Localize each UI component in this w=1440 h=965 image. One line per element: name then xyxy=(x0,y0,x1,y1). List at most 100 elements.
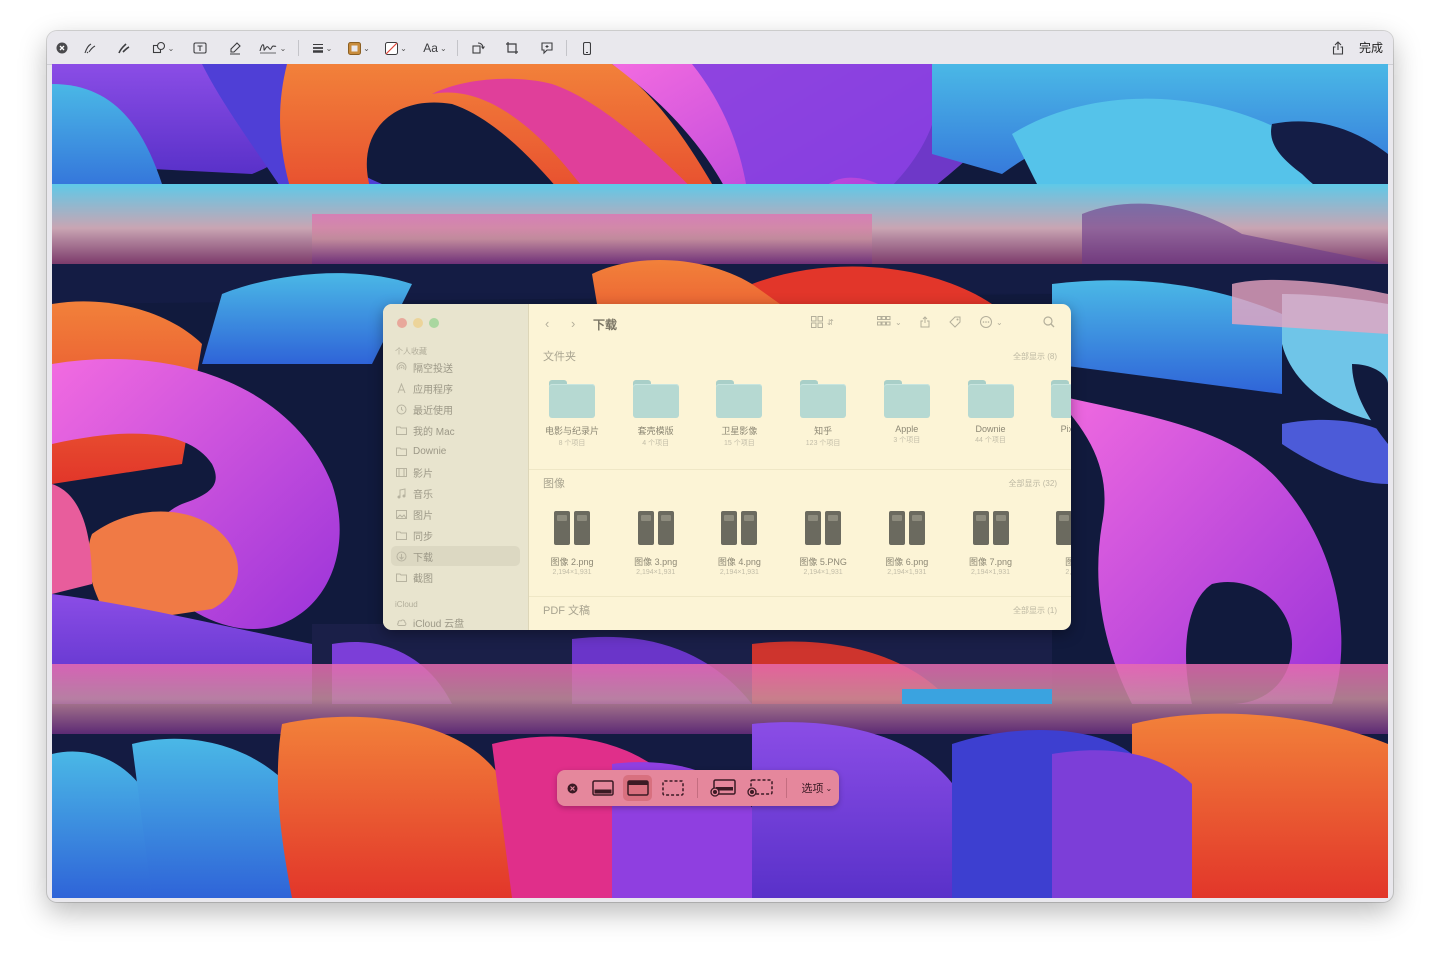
record-entire-screen-button[interactable] xyxy=(708,775,739,801)
folder-name: 卫星影像 xyxy=(721,426,758,436)
minimize-window-button[interactable] xyxy=(413,318,423,328)
capture-selection-button[interactable] xyxy=(658,775,687,801)
capture-entire-screen-button[interactable] xyxy=(588,775,617,801)
shapes-icon[interactable]: ⌄ xyxy=(150,38,176,58)
folder-item[interactable]: 卫星影像 15 个项目 xyxy=(702,380,776,448)
folder-item[interactable]: Apple 3 个项目 xyxy=(870,380,944,445)
forward-arrow-icon[interactable]: › xyxy=(571,316,575,331)
image-file-item[interactable]: 图像 5.PNG 2,194×1,931 xyxy=(786,509,860,576)
section-divider xyxy=(529,596,1071,597)
folder-item-count: 8 个项目 xyxy=(558,440,586,447)
sidebar-item[interactable]: 隔空投送 xyxy=(391,357,520,377)
folder-name: 电影与纪录片 xyxy=(544,426,599,436)
show-all-folders-link[interactable]: 全部显示 (8) xyxy=(1013,351,1057,362)
sidebar-section-favorites: 个人收藏 xyxy=(395,347,427,356)
sidebar-item[interactable]: 我的 Mac xyxy=(391,420,520,440)
window-title: 下载 xyxy=(593,318,618,332)
folder-item-count: 123 个项目 xyxy=(805,440,841,447)
markup-toolbar: ⌄ ⌄ ⌄ ⌄ ⌄ Aa ⌄ 完成 xyxy=(47,31,1393,65)
sketch-icon[interactable] xyxy=(81,38,99,58)
close-icon[interactable] xyxy=(55,38,69,58)
highlight-icon[interactable] xyxy=(226,38,244,58)
sidebar-item[interactable]: 下载 xyxy=(391,546,520,566)
back-arrow-icon[interactable]: ‹ xyxy=(545,316,549,331)
sidebar-item-label: 隔空投送 xyxy=(413,363,453,375)
text-style-label: Aa xyxy=(423,41,438,55)
group-icon[interactable]: ⌄ xyxy=(877,316,902,328)
image-file-item[interactable]: 图像 7.png 2,194×1,931 xyxy=(954,509,1028,576)
sidebar-item[interactable]: 最近使用 xyxy=(391,399,520,419)
download-icon xyxy=(396,551,407,562)
draw-icon[interactable] xyxy=(115,38,133,58)
options-menu-button[interactable]: 选项 ⌄ xyxy=(795,775,839,801)
text-style-icon[interactable]: Aa ⌄ xyxy=(421,38,449,58)
folder-icon xyxy=(396,530,407,541)
image-file-item[interactable]: 图像 2.png 2,194×1,931 xyxy=(535,509,609,576)
sidebar-item[interactable]: 截图 xyxy=(391,567,520,587)
zoom-window-button[interactable] xyxy=(429,318,439,328)
image-dimensions: 2,194×1,931 xyxy=(636,569,676,576)
screenshot-canvas: 个人收藏 隔空投送 应用程序 最近使用 我的 Mac Downie 影片 音乐 图片 同步 下载截… xyxy=(52,64,1388,898)
record-selection-icon xyxy=(747,779,774,797)
sidebar-item[interactable]: 影片 xyxy=(391,462,520,482)
view-mode-icon[interactable]: ⇵ xyxy=(811,316,834,328)
more-actions-icon[interactable]: ⌄ xyxy=(980,316,1003,328)
sidebar-item-label: 最近使用 xyxy=(413,405,453,417)
crop-icon[interactable] xyxy=(503,38,521,58)
folder-item[interactable]: Pixelm11 xyxy=(1037,380,1071,442)
airdrop-icon xyxy=(396,361,407,373)
sidebar-item[interactable]: 图片 xyxy=(391,504,520,524)
image-dimensions: 2,194×1,931 xyxy=(887,569,927,576)
sidebar-item[interactable]: Downie xyxy=(391,441,520,461)
sidebar-item-label: 影片 xyxy=(413,468,433,480)
sidebar-section-icloud: iCloud xyxy=(395,600,418,609)
sidebar-item-label: 截图 xyxy=(413,573,433,585)
sidebar-item[interactable]: 同步 xyxy=(391,525,520,545)
folder-icon xyxy=(549,380,595,418)
entire-screen-icon xyxy=(591,780,614,796)
image-file-item[interactable]: 图像 4.png 2,194×1,931 xyxy=(702,509,776,576)
image-thumbnail xyxy=(634,509,678,549)
show-all-pdf-link[interactable]: 全部显示 (1) xyxy=(1013,605,1057,616)
image-file-item[interactable]: 图像 6.png 2,194×1,931 xyxy=(870,509,944,576)
sidebar-item-icloud-drive[interactable]: iCloud 云盘 xyxy=(391,612,520,630)
image-file-item[interactable]: 图像 3.png 2,194×1,931 xyxy=(619,509,693,576)
share-icon[interactable] xyxy=(1331,38,1345,58)
folder-icon xyxy=(883,380,930,418)
share-icon[interactable] xyxy=(920,316,930,328)
sidebar-item[interactable]: 应用程序 xyxy=(391,378,520,398)
sidebar-item-label: 下载 xyxy=(413,552,433,564)
border-color-icon[interactable]: ⌄ xyxy=(345,38,373,58)
folder-item-count: 44 个项目 xyxy=(975,437,1006,444)
clock-icon xyxy=(396,404,407,415)
finder-window: 个人收藏 隔空投送 应用程序 最近使用 我的 Mac Downie 影片 音乐 图片 同步 下载截… xyxy=(383,304,1071,630)
folder-item[interactable]: 知乎 123 个项目 xyxy=(786,380,860,448)
close-window-button[interactable] xyxy=(397,318,407,328)
photo-icon xyxy=(396,509,407,520)
show-all-images-link[interactable]: 全部显示 (32) xyxy=(1009,478,1057,489)
image-file-item[interactable]: 图像 2,194 xyxy=(1037,509,1071,576)
device-icon[interactable] xyxy=(580,38,594,58)
line-style-icon[interactable]: ⌄ xyxy=(309,38,335,58)
section-divider xyxy=(529,469,1071,470)
annotate-icon[interactable] xyxy=(538,38,556,58)
folder-item[interactable]: 套壳模版 4 个项目 xyxy=(619,380,693,448)
capture-window-button[interactable] xyxy=(623,775,653,801)
tag-icon[interactable] xyxy=(949,316,961,328)
section-title-pdf: PDF 文稿 xyxy=(543,605,591,617)
fill-color-icon[interactable]: ⌄ xyxy=(383,38,409,58)
record-selection-button[interactable] xyxy=(745,775,776,801)
sidebar-item-label: 音乐 xyxy=(413,489,433,501)
folder-item[interactable]: 电影与纪录片 8 个项目 xyxy=(535,380,609,448)
image-thumbnail xyxy=(717,509,761,549)
film-icon xyxy=(396,467,407,478)
sidebar-item[interactable]: 音乐 xyxy=(391,483,520,503)
toolbar-divider xyxy=(298,40,299,56)
rotate-icon[interactable] xyxy=(469,38,487,58)
search-icon[interactable] xyxy=(1043,316,1055,328)
signature-icon[interactable]: ⌄ xyxy=(257,38,287,58)
folder-item[interactable]: Downie 44 个项目 xyxy=(954,380,1028,445)
close-capture-button[interactable] xyxy=(563,775,582,801)
text-box-icon[interactable] xyxy=(191,38,209,58)
done-button[interactable]: 完成 xyxy=(1359,39,1383,56)
